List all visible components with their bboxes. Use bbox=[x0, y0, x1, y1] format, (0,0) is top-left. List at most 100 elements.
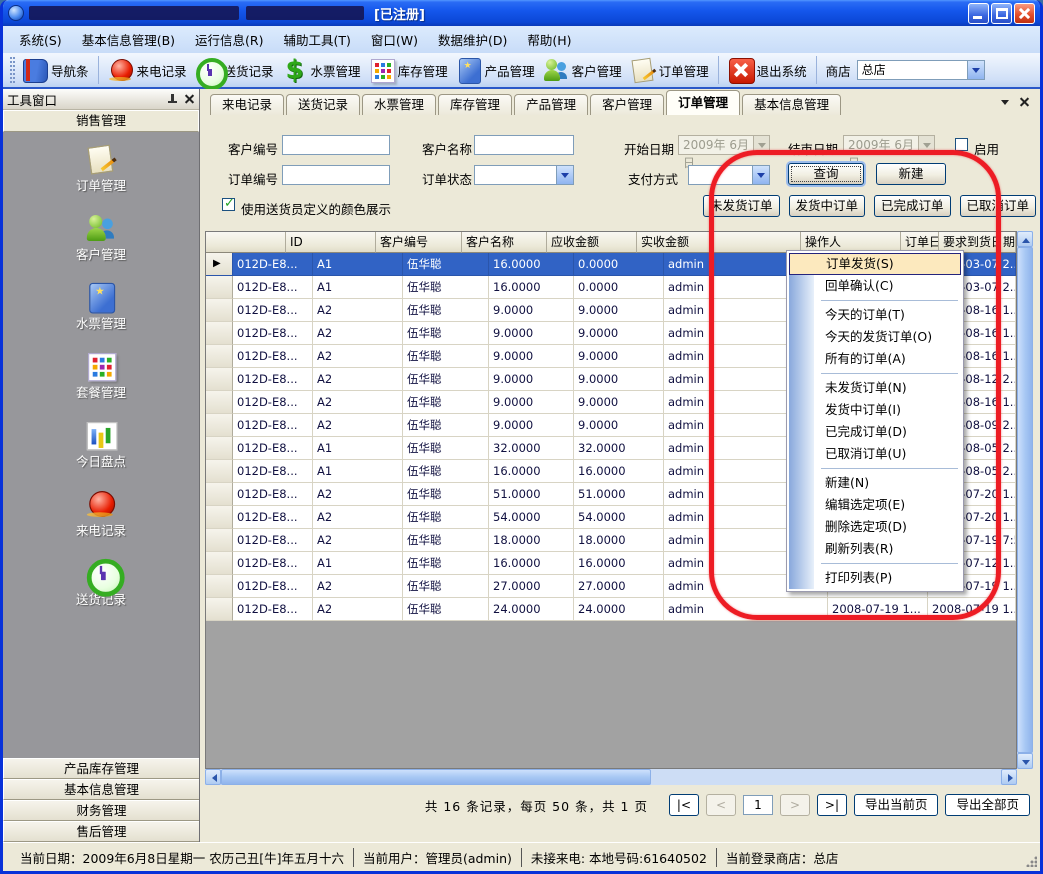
shop-combobox[interactable]: 总店 bbox=[857, 60, 985, 80]
horizontal-scrollbar-thumb[interactable] bbox=[221, 769, 651, 785]
sidebar-group-sales[interactable]: 销售管理 bbox=[3, 110, 199, 132]
menubar-item[interactable]: 窗口(W) bbox=[361, 27, 428, 52]
row-selector-cell[interactable] bbox=[206, 552, 233, 575]
enable-checkbox[interactable] bbox=[955, 138, 968, 151]
menubar-item[interactable]: 运行信息(R) bbox=[185, 27, 273, 52]
toolbar-button[interactable]: 订单管理 bbox=[626, 55, 713, 85]
table-header-cell[interactable]: 应收金额 bbox=[547, 232, 637, 253]
row-selector-cell[interactable] bbox=[206, 414, 233, 437]
row-selector-cell[interactable] bbox=[206, 460, 233, 483]
sidebar-group-bar[interactable]: 基本信息管理 bbox=[3, 779, 199, 800]
close-button[interactable] bbox=[1014, 3, 1035, 24]
context-menu-item[interactable]: 已取消订单(U) bbox=[789, 443, 961, 465]
prev-page-button[interactable]: < bbox=[706, 794, 736, 816]
row-selector-cell[interactable] bbox=[206, 253, 233, 276]
toolbar-button[interactable]: 水票管理 bbox=[278, 55, 365, 85]
new-button[interactable]: 新建 bbox=[876, 163, 946, 185]
vertical-scrollbar[interactable] bbox=[1017, 231, 1033, 769]
context-menu-item[interactable]: 编辑选定项(E) bbox=[789, 494, 961, 516]
row-selector-cell[interactable] bbox=[206, 299, 233, 322]
context-menu-item[interactable]: 发货中订单(I) bbox=[789, 399, 961, 421]
sidebar-item[interactable]: 来电记录 bbox=[76, 491, 126, 539]
row-selector-cell[interactable] bbox=[206, 529, 233, 552]
pay-method-combobox[interactable] bbox=[688, 165, 770, 185]
menubar-item[interactable]: 帮助(H) bbox=[517, 27, 581, 52]
toolbar-button[interactable]: 产品管理 bbox=[452, 55, 539, 85]
tab[interactable]: 送货记录 bbox=[286, 94, 360, 115]
row-selector-cell[interactable] bbox=[206, 575, 233, 598]
customer-name-input[interactable] bbox=[474, 135, 574, 155]
menubar-item[interactable]: 基本信息管理(B) bbox=[72, 27, 185, 52]
tab[interactable]: 库存管理 bbox=[438, 94, 512, 115]
tab[interactable]: 客户管理 bbox=[590, 94, 664, 115]
query-button[interactable]: 查询 bbox=[788, 163, 864, 185]
sidebar-item[interactable]: 客户管理 bbox=[76, 215, 126, 263]
row-selector-cell[interactable] bbox=[206, 598, 233, 621]
context-menu-item[interactable]: 今天的订单(T) bbox=[789, 304, 961, 326]
sidebar-group-bar[interactable]: 售后管理 bbox=[3, 821, 199, 842]
tab-close-icon[interactable] bbox=[1019, 97, 1030, 108]
table-header-cell[interactable] bbox=[206, 232, 286, 253]
context-menu-item[interactable]: 回单确认(C) bbox=[789, 275, 961, 297]
customer-no-input[interactable] bbox=[282, 135, 390, 155]
toolbar-button[interactable]: 库存管理 bbox=[365, 55, 452, 85]
exit-system-button[interactable]: 退出系统 bbox=[724, 55, 811, 85]
end-date-picker[interactable]: 2009年 6月 8日 bbox=[843, 135, 935, 155]
status-filter-button[interactable]: 发货中订单 bbox=[789, 195, 866, 217]
row-selector-cell[interactable] bbox=[206, 322, 233, 345]
context-menu-item[interactable] bbox=[789, 465, 961, 472]
context-menu-item[interactable] bbox=[789, 370, 961, 377]
context-menu-item[interactable]: 今天的发货订单(O) bbox=[789, 326, 961, 348]
context-menu-item[interactable]: 未发货订单(N) bbox=[789, 377, 961, 399]
row-selector-cell[interactable] bbox=[206, 506, 233, 529]
last-page-button[interactable]: >| bbox=[817, 794, 847, 816]
context-menu-item[interactable]: 新建(N) bbox=[789, 472, 961, 494]
menubar-item[interactable]: 数据维护(D) bbox=[428, 27, 517, 52]
table-header-cell[interactable]: 客户编号 bbox=[376, 232, 462, 253]
order-status-combobox[interactable] bbox=[474, 165, 574, 185]
maximize-button[interactable] bbox=[991, 3, 1012, 24]
order-no-input[interactable] bbox=[282, 165, 390, 185]
sidebar-group-bar[interactable]: 财务管理 bbox=[3, 800, 199, 821]
sidebar-group-bar[interactable]: 产品库存管理 bbox=[3, 758, 199, 779]
chevron-down-icon[interactable] bbox=[967, 61, 984, 79]
context-menu-item[interactable]: 打印列表(P) bbox=[789, 567, 961, 589]
toolbar-button[interactable]: 送货记录 bbox=[191, 55, 278, 85]
sidebar-item[interactable]: 今日盘点 bbox=[76, 422, 126, 470]
sidebar-item[interactable]: 送货记录 bbox=[76, 560, 126, 608]
horizontal-scrollbar[interactable] bbox=[205, 769, 1017, 785]
tab[interactable]: 水票管理 bbox=[362, 94, 436, 115]
row-selector-cell[interactable] bbox=[206, 276, 233, 299]
table-header-cell[interactable]: 实收金额 bbox=[637, 232, 801, 253]
context-menu-item[interactable]: 订单发货(S) bbox=[789, 253, 961, 275]
vertical-scrollbar-thumb[interactable] bbox=[1017, 247, 1033, 753]
sidebar-item[interactable]: 水票管理 bbox=[76, 284, 126, 332]
toolbar-button[interactable]: 客户管理 bbox=[539, 55, 626, 85]
tab[interactable]: 来电记录 bbox=[210, 94, 284, 115]
context-menu-item[interactable] bbox=[789, 297, 961, 304]
chevron-down-icon[interactable] bbox=[752, 166, 769, 184]
context-menu-item[interactable]: 所有的订单(A) bbox=[789, 348, 961, 370]
scroll-up-icon[interactable] bbox=[1017, 231, 1033, 247]
tab[interactable]: 产品管理 bbox=[514, 94, 588, 115]
close-icon[interactable] bbox=[184, 94, 195, 105]
row-selector-cell[interactable] bbox=[206, 437, 233, 460]
export-current-page-button[interactable]: 导出当前页 bbox=[854, 794, 939, 816]
context-menu-item[interactable]: 已完成订单(D) bbox=[789, 421, 961, 443]
tab[interactable]: 基本信息管理 bbox=[742, 94, 841, 115]
table-row[interactable]: 012D-E8... A2 伍华聪 24.0000 24.0000 admin … bbox=[206, 598, 1016, 621]
table-header-cell[interactable]: 客户名称 bbox=[462, 232, 547, 253]
next-page-button[interactable]: > bbox=[780, 794, 810, 816]
chevron-down-icon[interactable] bbox=[556, 166, 573, 184]
color-display-checkbox[interactable] bbox=[222, 198, 235, 211]
scroll-left-icon[interactable] bbox=[205, 769, 221, 785]
nav-bar-button[interactable]: 导航条 bbox=[18, 55, 93, 85]
tab[interactable]: 订单管理 bbox=[666, 90, 740, 115]
sidebar-item[interactable]: 订单管理 bbox=[76, 146, 126, 194]
context-menu-item[interactable] bbox=[789, 560, 961, 567]
start-date-picker[interactable]: 2009年 6月 8日 bbox=[678, 135, 770, 155]
pin-icon[interactable] bbox=[167, 94, 178, 105]
first-page-button[interactable]: |< bbox=[669, 794, 699, 816]
status-filter-button[interactable]: 已完成订单 bbox=[874, 195, 951, 217]
page-number-input[interactable] bbox=[743, 795, 773, 815]
